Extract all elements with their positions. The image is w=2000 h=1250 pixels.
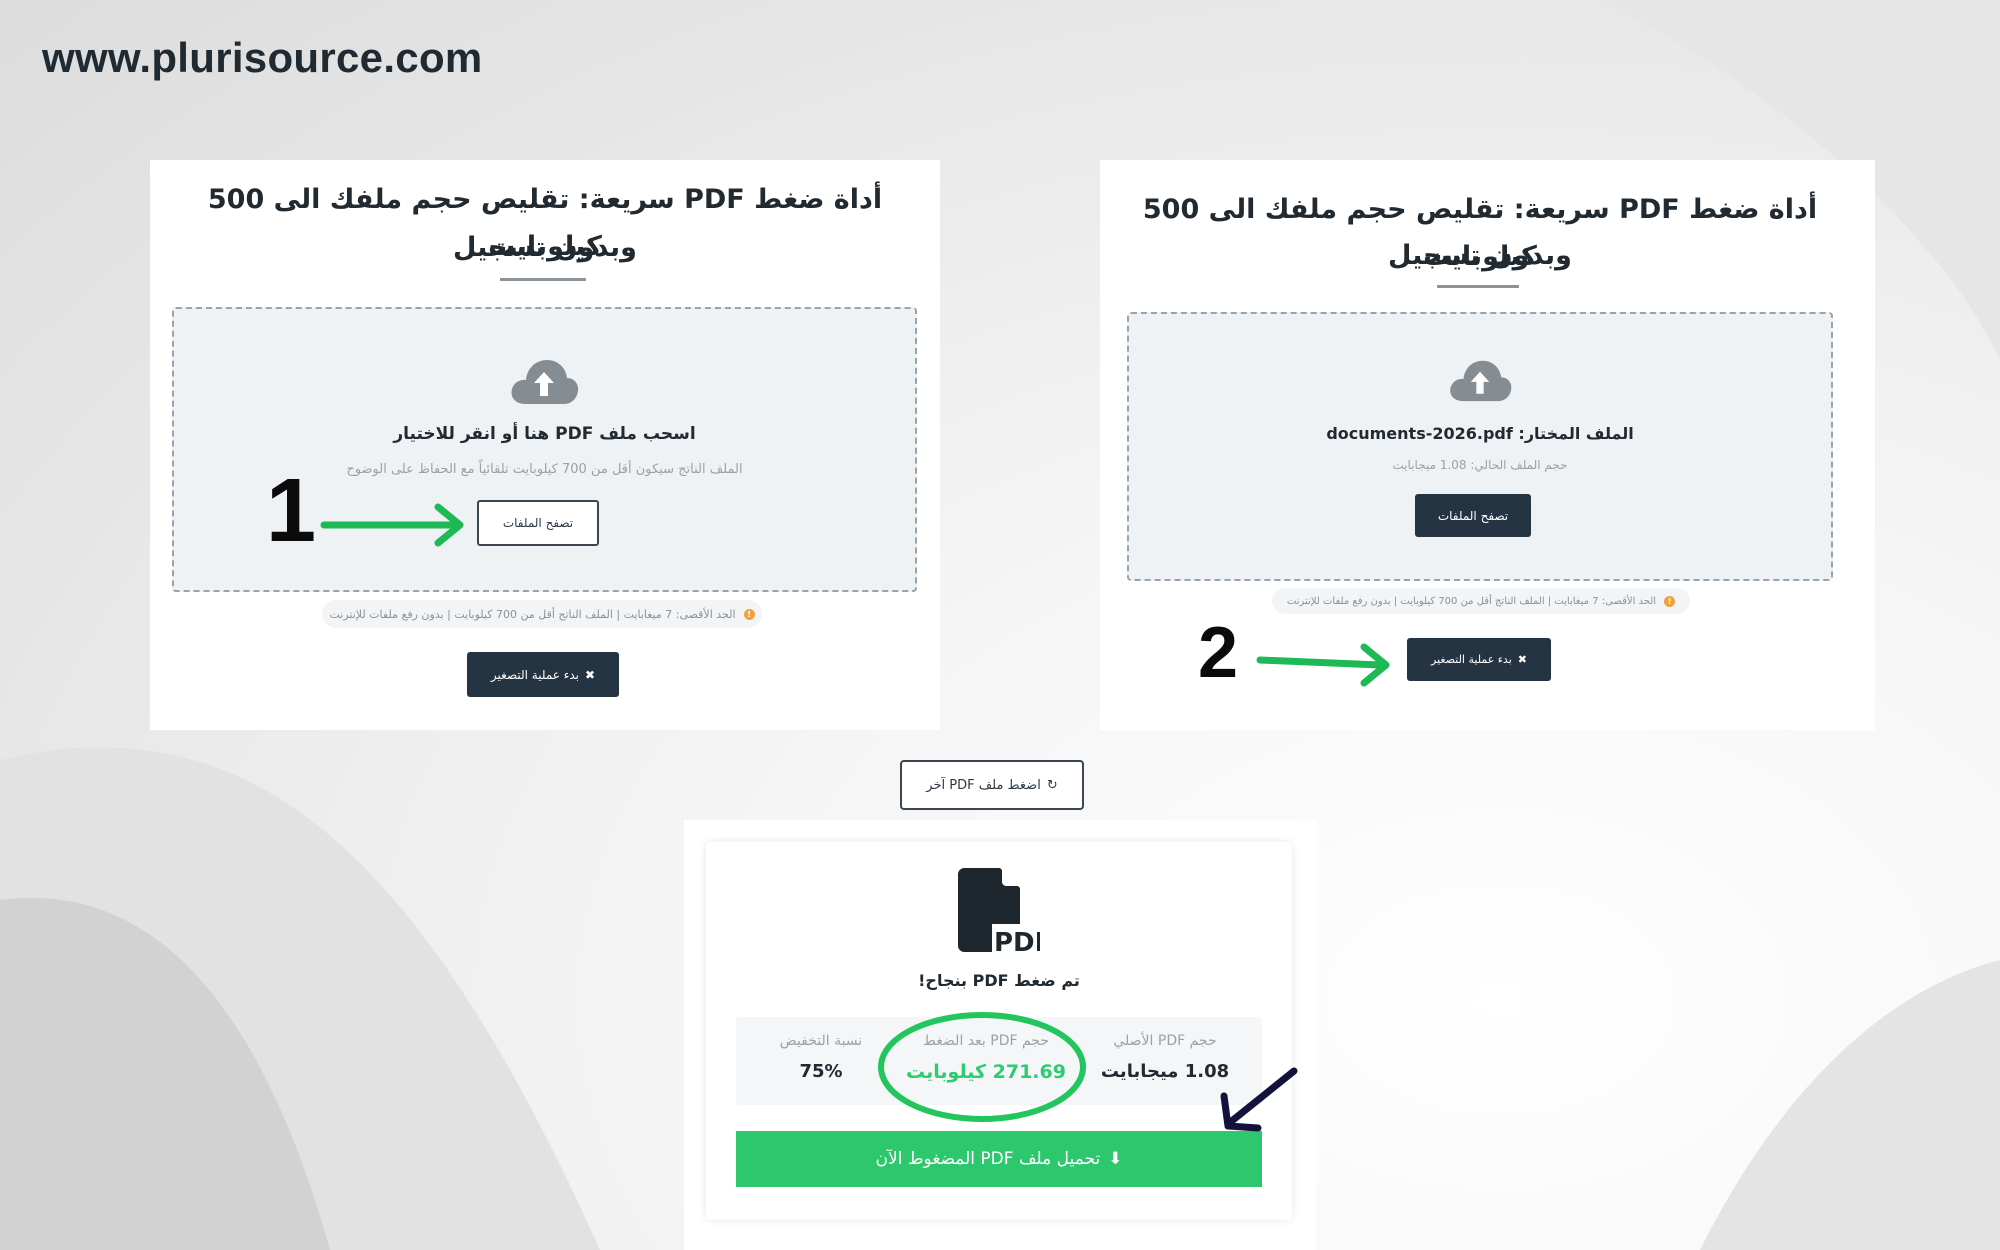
reduction-value: 75%: [799, 1061, 843, 1082]
stat-reduction: نسبة التخفيض 75%: [748, 1033, 894, 1082]
compress-icon: ✖: [1517, 653, 1527, 666]
step2-title-underline: [1437, 285, 1519, 288]
pointer-arrow: [1220, 1067, 1298, 1132]
refresh-icon: ↻: [1046, 777, 1058, 793]
step1-title-line2: وبدون تسجيل: [453, 232, 637, 263]
step-number-1: 1: [266, 461, 317, 561]
compress-icon: ✖: [585, 667, 596, 682]
selected-file-name: الملف المختار: documents-2026.pdf: [1326, 424, 1634, 443]
original-size-label: حجم PDF الأصلي: [1113, 1033, 1217, 1049]
reduction-label: نسبة التخفيض: [779, 1033, 863, 1049]
pdf-file-icon: PDF: [958, 868, 1040, 952]
cloud-upload-icon: [511, 360, 579, 404]
compress-another-button[interactable]: ↻ اضغط ملف PDF آخر: [900, 760, 1084, 810]
download-icon: ⬇: [1108, 1149, 1123, 1169]
start-compression-button[interactable]: ✖ بدء عملية التصغير: [467, 652, 619, 697]
start-compression-label: بدء عملية التصغير: [490, 667, 580, 682]
current-file-size: حجم الملف الحالي: 1.08 ميجابايت: [1392, 458, 1568, 472]
browse-files-button[interactable]: تصفح الملفات: [477, 500, 599, 546]
step2-info-text: الحد الأقصى: 7 ميغابايت | الملف الناتج أ…: [1286, 595, 1657, 607]
cloud-upload-icon: [1450, 360, 1512, 402]
info-icon: !: [1664, 595, 1676, 607]
browse-files-button[interactable]: تصفح الملفات: [1415, 494, 1531, 537]
site-url: www.plurisource.com: [42, 34, 483, 81]
highlight-ellipse: [878, 1012, 1086, 1122]
step2-title-line2: وبدون تسجيل: [1388, 240, 1572, 271]
step1-info-pill: ! الحد الأقصى: 7 ميغابايت | الملف الناتج…: [322, 600, 762, 628]
compress-another-label: اضغط ملف PDF آخر: [926, 777, 1041, 793]
step-number-2: 2: [1198, 613, 1239, 693]
success-message: تم ضغط PDF بنجاح!: [918, 971, 1080, 990]
step2-info-pill: ! الحد الأقصى: 7 ميغابايت | الملف الناتج…: [1272, 588, 1690, 614]
step1-drop-instruction: اسحب ملف PDF هنا أو انقر للاختيار: [393, 424, 696, 444]
start-compression-button[interactable]: ✖ بدء عملية التصغير: [1407, 638, 1551, 681]
download-compressed-button[interactable]: ⬇ تحميل ملف PDF المضغوط الآن: [736, 1131, 1262, 1187]
download-label: تحميل ملف PDF المضغوط الآن: [875, 1149, 1101, 1169]
info-icon: !: [743, 608, 755, 620]
step1-title-underline: [500, 278, 586, 281]
svg-text:PDF: PDF: [994, 928, 1040, 952]
annotation-arrow-1: [320, 503, 464, 547]
step2-dropzone[interactable]: الملف المختار: documents-2026.pdf حجم ال…: [1127, 312, 1833, 581]
step1-info-text: الحد الأقصى: 7 ميغابايت | الملف الناتج أ…: [329, 607, 736, 621]
annotation-arrow-2: [1256, 643, 1390, 687]
start-compression-label: بدء عملية التصغير: [1431, 653, 1512, 666]
